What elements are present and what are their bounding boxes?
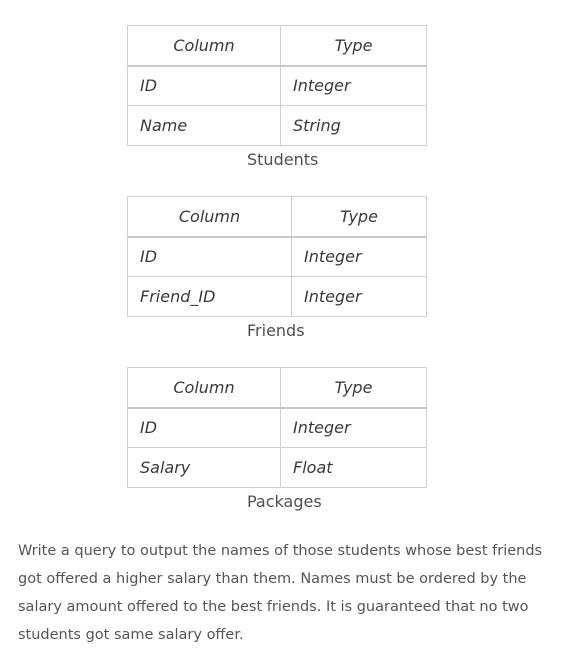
table-row: ID Integer [127,65,427,106]
column-header: Column [127,196,292,238]
type-cell: Integer [280,65,427,106]
column-cell: Friend_ID [127,276,292,317]
table-row: ID Integer [127,407,427,448]
type-header: Type [280,25,427,67]
table-caption-packages: Packages [247,492,322,511]
table-header-row: Column Type [127,25,427,67]
type-cell: Integer [291,276,427,317]
table-row: Salary Float [127,447,427,488]
column-cell: ID [127,65,281,106]
packages-table: Column Type ID Integer Salary Float [127,367,427,488]
problem-description: Write a query to output the names of tho… [18,543,543,643]
column-cell: ID [127,407,281,448]
table-row: ID Integer [127,236,427,277]
students-table: Column Type ID Integer Name String [127,25,427,146]
friends-table: Column Type ID Integer Friend_ID Integer [127,196,427,317]
type-cell: Integer [280,407,427,448]
table-row: Name String [127,105,427,146]
table-header-row: Column Type [127,196,427,238]
type-cell: Integer [291,236,427,277]
type-header: Type [280,367,427,409]
table-header-row: Column Type [127,367,427,409]
column-cell: Salary [127,447,281,488]
type-cell: String [280,105,427,146]
column-header: Column [127,367,281,409]
table-caption-friends: Friends [247,321,305,340]
column-cell: Name [127,105,281,146]
column-cell: ID [127,236,292,277]
table-row: Friend_ID Integer [127,276,427,317]
column-header: Column [127,25,281,67]
type-header: Type [291,196,427,238]
table-caption-students: Students [247,150,319,169]
type-cell: Float [280,447,427,488]
